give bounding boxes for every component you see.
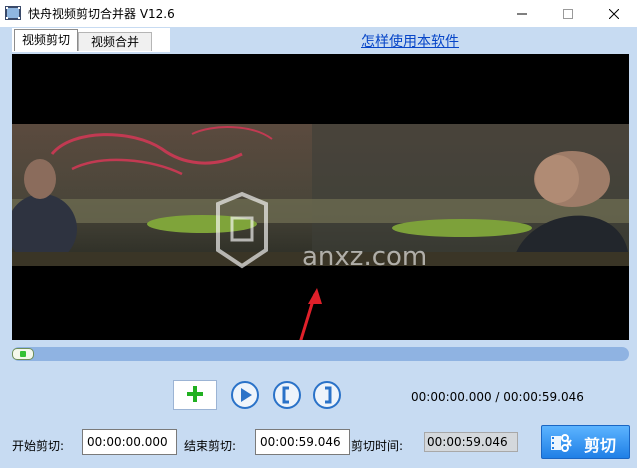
mark-start-button[interactable] [272,380,302,410]
bracket-right-icon [312,381,342,413]
add-video-button[interactable] [173,380,217,410]
bracket-left-icon [272,381,302,413]
progress-thumb[interactable] [12,348,34,360]
title-bar: 快舟视频剪切合并器 V12.6 [0,0,637,27]
tab-video-cut[interactable]: 视频剪切 [14,29,78,51]
close-button[interactable] [591,0,637,27]
duration-value: 00:00:59.046 [424,432,518,452]
plus-icon [185,384,205,407]
video-preview[interactable]: anxz.com [12,54,629,340]
cut-button[interactable]: 剪切 [541,425,630,459]
film-icon [5,6,21,20]
time-display: 00:00:00.000 / 00:00:59.046 [411,390,584,404]
thumb-grip [20,351,26,357]
maximize-icon [563,8,573,19]
help-link[interactable]: 怎样使用本软件 [361,31,459,51]
cut-button-label: 剪切 [584,436,617,455]
minimize-icon [517,9,527,19]
close-icon [609,8,619,19]
window-title: 快舟视频剪切合并器 V12.6 [28,7,175,21]
end-cut-label: 结束剪切: [184,439,237,453]
play-button[interactable] [230,380,260,410]
maximize-button[interactable] [545,0,591,27]
start-cut-label: 开始剪切: [12,439,65,453]
mark-end-button[interactable] [312,380,342,410]
minimize-button[interactable] [499,0,545,27]
progress-track[interactable] [12,347,629,361]
tab-video-merge[interactable]: 视频合并 [78,32,152,51]
tab-strip: 视频剪切 视频合并 [12,28,170,52]
duration-label: 剪切时间: [351,439,404,453]
scissors-film-icon [550,432,572,454]
end-cut-field[interactable]: 00:00:59.046 [255,429,350,455]
play-icon [230,381,260,413]
arrow-annotation [299,288,322,340]
start-cut-field[interactable]: 00:00:00.000 [82,429,177,455]
